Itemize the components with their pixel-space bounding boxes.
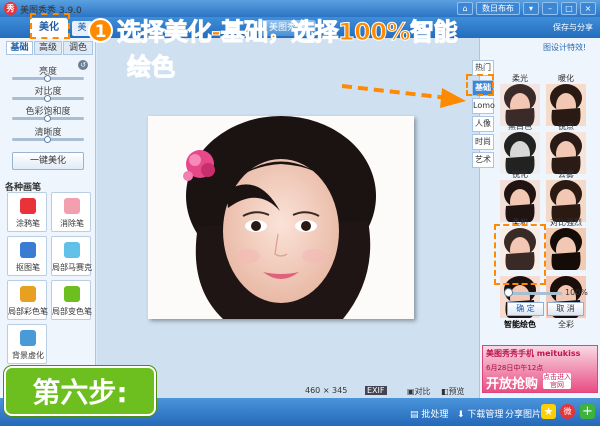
tab-basic[interactable]: 基础	[6, 41, 33, 55]
star-icon[interactable]: ★	[541, 404, 556, 419]
local-color-brush-button[interactable]: 局部彩色笔	[7, 280, 48, 320]
shop-button[interactable]: 数日布布	[476, 2, 520, 15]
download-button[interactable]: ⬇ 下载管理	[457, 407, 503, 420]
effect-strength-knob[interactable]	[504, 288, 513, 297]
photo-canvas[interactable]	[148, 116, 414, 319]
arrow-icon	[341, 84, 466, 108]
close-icon[interactable]: ×	[580, 2, 596, 15]
local-recolor-brush-button[interactable]: 局部变色笔	[51, 280, 92, 320]
tab-tone[interactable]: 调色	[63, 41, 93, 55]
local-recolor-brush-icon	[64, 286, 80, 302]
highlight-beautify	[30, 13, 70, 39]
instruction-line-2: 绘色	[127, 53, 176, 82]
effect-label: 全彩	[558, 320, 574, 329]
minimize-icon[interactable]: –	[542, 2, 558, 15]
effect-label: 暖化	[558, 74, 574, 83]
saturation-knob[interactable]	[44, 115, 51, 122]
effect-thumbnail[interactable]	[500, 84, 540, 126]
preview-icon: ◧	[441, 387, 449, 396]
batch-button[interactable]: ▤ 批处理	[410, 407, 448, 420]
ok-button[interactable]: 确 定	[507, 302, 544, 316]
doodle-brush-icon	[20, 198, 36, 214]
effect-thumbnail[interactable]	[500, 180, 540, 222]
local-color-brush-icon	[20, 286, 36, 302]
effect-strength-slider[interactable]	[510, 292, 562, 295]
effect-label: 去雾	[558, 170, 574, 179]
brightness-knob[interactable]	[44, 75, 51, 82]
effect-thumbnail[interactable]	[546, 228, 586, 270]
mosaic-brush-button[interactable]: 局部马赛克	[51, 236, 92, 276]
home-icon[interactable]: ⌂	[457, 2, 473, 15]
download-icon: ⬇	[457, 410, 468, 420]
effect-label: 锐化	[512, 170, 528, 179]
cutout-brush-button[interactable]: 抠图笔	[7, 236, 47, 276]
image-size: 460 × 345	[305, 386, 348, 395]
exif-button[interactable]: EXIF	[365, 386, 387, 395]
effect-thumbnail[interactable]	[546, 180, 586, 222]
compare-icon: ▣	[407, 387, 415, 396]
eraser-brush-button[interactable]: 消除笔	[51, 192, 91, 232]
highlight-smart-color	[494, 224, 546, 285]
tab-advanced[interactable]: 高级	[34, 41, 62, 55]
ad-banner[interactable]: 美图秀秀手机 meitukiss 6月28日中午12点 开放抢购 点击进入官网	[482, 345, 598, 393]
highlight-basic-category	[466, 74, 494, 96]
effect-strength-value: 100%	[565, 288, 588, 297]
one-click-beautify-button[interactable]: 一键美化	[12, 152, 84, 170]
effect-label: 智能绘色	[504, 320, 536, 329]
doodle-brush-button[interactable]: 涂鸦笔	[7, 192, 47, 232]
add-icon[interactable]: +	[580, 404, 595, 419]
design-effects-link[interactable]: 图设计特效!	[543, 42, 586, 53]
eraser-brush-icon	[64, 198, 80, 214]
save-share-button[interactable]: 保存与分享	[553, 22, 593, 33]
share-button[interactable]: 分享图片	[505, 407, 541, 420]
step-number-badge: 1	[88, 18, 113, 43]
portrait-photo	[148, 116, 414, 319]
cutout-brush-icon	[20, 242, 36, 258]
batch-icon: ▤	[410, 410, 422, 420]
effect-thumbnail[interactable]	[500, 132, 540, 174]
effect-thumbnail[interactable]	[546, 84, 586, 126]
weibo-icon[interactable]: 微	[560, 404, 575, 419]
effect-label: 对比强烈	[550, 218, 582, 227]
compare-button[interactable]: ▣对比	[407, 386, 431, 397]
category-portrait[interactable]: 人像	[472, 116, 494, 132]
app-logo: 秀	[4, 2, 17, 15]
effect-thumbnail[interactable]	[546, 132, 586, 174]
instruction-line-1: 选择美化-基础，选择100%智能	[116, 18, 458, 47]
effect-label: 锐点	[558, 122, 574, 131]
maximize-icon[interactable]: □	[561, 2, 577, 15]
mosaic-brush-icon	[64, 242, 80, 258]
preview-button[interactable]: ◧预览	[441, 386, 465, 397]
category-lomo[interactable]: Lomo	[472, 98, 495, 114]
menu-icon[interactable]: ▾	[523, 2, 539, 15]
step-label: 第六步:	[4, 366, 156, 416]
category-fashion[interactable]: 时尚	[472, 134, 494, 150]
effect-label: 黑白色	[508, 122, 532, 131]
background-blur-button[interactable]: 背景虚化	[7, 324, 47, 364]
cancel-button[interactable]: 取 消	[547, 302, 584, 316]
contrast-knob[interactable]	[44, 95, 51, 102]
background-blur-icon	[20, 330, 36, 346]
sharpness-knob[interactable]	[44, 136, 51, 143]
window-controls: ⌂ 数日布布 ▾ – □ ×	[457, 2, 596, 15]
effect-label: 柔光	[512, 74, 528, 83]
ad-enter-button[interactable]: 点击进入官网	[543, 373, 571, 389]
category-art[interactable]: 艺术	[472, 152, 494, 168]
